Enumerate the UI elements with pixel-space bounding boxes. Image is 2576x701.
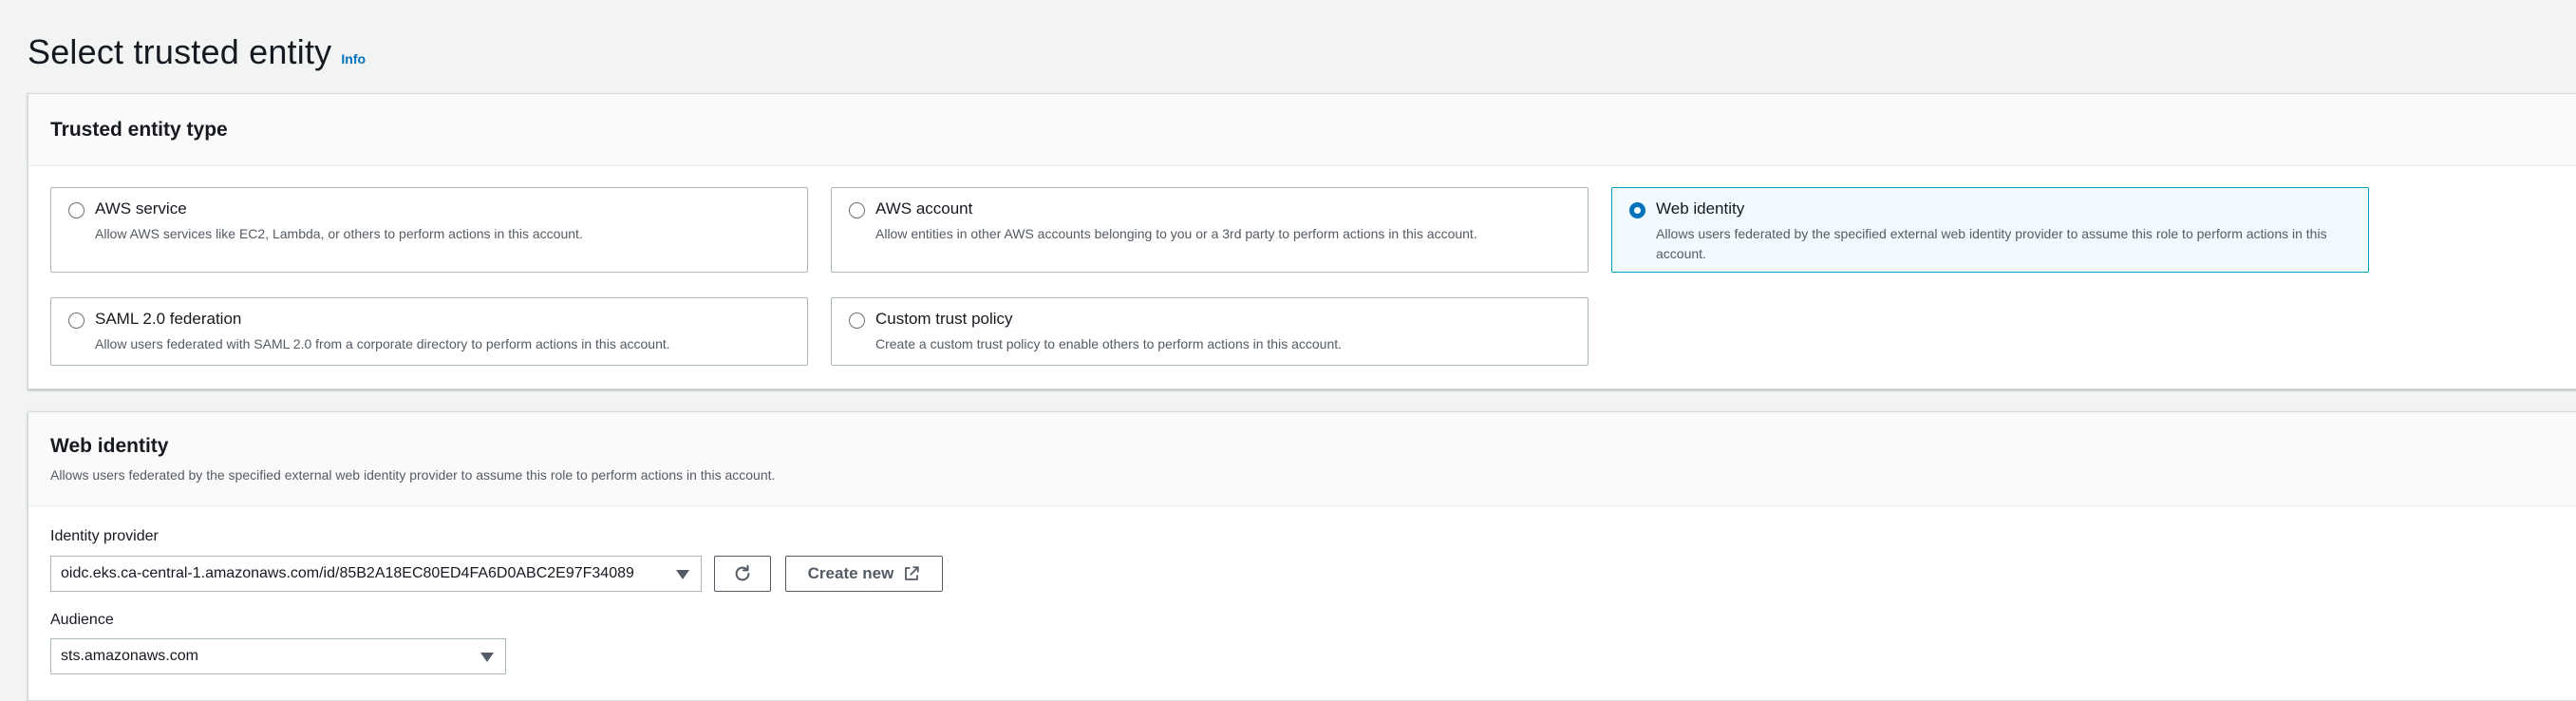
radio-aws-account[interactable]	[849, 202, 865, 218]
caret-down-icon	[676, 570, 689, 579]
web-identity-title: Web identity	[50, 435, 169, 457]
trusted-entity-type-panel: Trusted entity type AWS service Allow AW…	[28, 93, 2576, 389]
audience-label: Audience	[50, 612, 114, 628]
web-identity-panel: Web identity Allows users federated by t…	[28, 411, 2576, 701]
radio-custom-trust-policy[interactable]	[849, 313, 865, 329]
info-link[interactable]: Info	[341, 51, 366, 66]
web-identity-header: Web identity Allows users federated by t…	[28, 412, 2576, 506]
tile-aws-account[interactable]: AWS account Allow entities in other AWS …	[831, 187, 1589, 273]
tile-web-identity-title: Web identity	[1656, 199, 1745, 218]
trusted-entity-type-header: Trusted entity type	[28, 94, 2576, 166]
tile-saml-federation[interactable]: SAML 2.0 federation Allow users federate…	[50, 297, 808, 366]
tile-saml-federation-desc: Allow users federated with SAML 2.0 from…	[95, 336, 670, 351]
identity-provider-select[interactable]: oidc.eks.ca-central-1.amazonaws.com/id/8…	[50, 556, 702, 592]
radio-aws-service[interactable]	[68, 202, 85, 218]
identity-provider-label: Identity provider	[50, 528, 159, 544]
audience-select[interactable]: sts.amazonaws.com	[50, 638, 506, 674]
tile-aws-service[interactable]: AWS service Allow AWS services like EC2,…	[50, 187, 808, 273]
tile-aws-account-title: AWS account	[875, 199, 973, 218]
radio-saml-federation[interactable]	[68, 313, 85, 329]
external-link-icon	[903, 565, 920, 582]
tile-aws-service-desc: Allow AWS services like EC2, Lambda, or …	[95, 226, 583, 241]
create-new-label: Create new	[807, 564, 894, 582]
tile-saml-federation-title: SAML 2.0 federation	[95, 310, 242, 328]
radio-web-identity[interactable]	[1629, 202, 1645, 218]
trusted-entity-type-title: Trusted entity type	[50, 118, 228, 141]
tile-aws-service-title: AWS service	[95, 199, 187, 218]
tile-custom-trust-policy[interactable]: Custom trust policy Create a custom trus…	[831, 297, 1589, 366]
tile-web-identity-desc: Allows users federated by the specified …	[1656, 226, 2327, 261]
refresh-button[interactable]	[714, 556, 771, 592]
page-header: Select trusted entity Info	[28, 32, 366, 72]
tile-custom-trust-policy-title: Custom trust policy	[875, 310, 1013, 328]
tile-custom-trust-policy-desc: Create a custom trust policy to enable o…	[875, 336, 1343, 351]
refresh-icon	[732, 563, 753, 584]
caret-down-icon	[480, 653, 494, 662]
web-identity-description: Allows users federated by the specified …	[50, 467, 776, 483]
tile-aws-account-desc: Allow entities in other AWS accounts bel…	[875, 226, 1477, 241]
create-new-button[interactable]: Create new	[785, 556, 943, 592]
tile-web-identity[interactable]: Web identity Allows users federated by t…	[1611, 187, 2369, 273]
audience-value: sts.amazonaws.com	[61, 648, 198, 664]
page-title: Select trusted entity	[28, 32, 332, 71]
identity-provider-value: oidc.eks.ca-central-1.amazonaws.com/id/8…	[61, 565, 634, 581]
